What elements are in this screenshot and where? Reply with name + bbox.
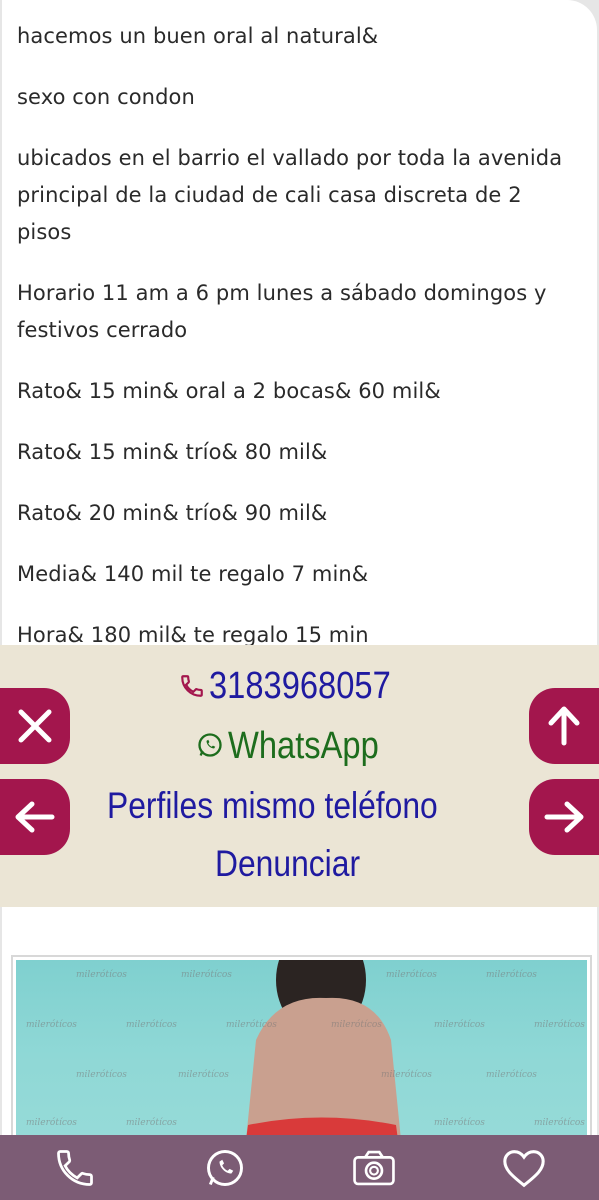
arrow-up-icon [548,706,580,746]
watermark: milerótícos [434,1020,485,1030]
watermark: milerótícos [381,1070,432,1080]
description-line: Media& 140 mil te regalo 7 min& [17,562,369,586]
same-phone-profiles-label: Perfiles mismo teléfono [107,785,438,826]
description-line: ubicados en el barrio el vallado por tod… [17,146,563,244]
description-line: hacemos un buen oral al natural& [17,24,379,48]
watermark: milerótícos [76,1070,127,1080]
watermark: milerótícos [126,1118,177,1128]
listing-card: hacemos un buen oral al natural& sexo co… [2,0,597,1200]
description-line: Rato& 15 min& trío& 80 mil& [17,440,328,464]
watermark: milerótícos [534,1020,585,1030]
watermark: milerótícos [226,1020,277,1030]
watermark: milerótícos [126,1020,177,1030]
whatsapp-link[interactable]: WhatsApp [0,725,599,769]
report-link[interactable]: Denunciar [0,843,599,885]
same-phone-profiles-link[interactable]: Perfiles mismo teléfono [0,785,599,827]
phone-icon [56,1149,93,1186]
close-button[interactable] [0,688,70,764]
close-icon [18,709,52,743]
watermark: milerótícos [386,970,437,980]
contact-panel: 3183968057 WhatsApp Perfiles mismo teléf… [0,645,599,907]
previous-button[interactable] [0,779,70,855]
watermark: milerótícos [26,1020,77,1030]
description-line: Rato& 20 min& trío& 90 mil& [17,501,328,525]
report-label: Denunciar [215,843,361,884]
listing-description: hacemos un buen oral al natural& sexo co… [17,18,577,678]
phone-number: 3183968057 [208,665,391,707]
watermark: milerótícos [534,1118,585,1128]
arrow-left-icon [15,801,55,833]
watermark: milerótícos [434,1118,485,1128]
watermark: milerótícos [178,1070,229,1080]
arrow-right-icon [544,801,584,833]
next-button[interactable] [529,779,599,855]
whatsapp-label: WhatsApp [227,725,379,767]
heart-icon [503,1149,545,1187]
photos-button[interactable] [344,1138,404,1198]
camera-icon [353,1150,396,1185]
description-line: sexo con condon [17,85,195,109]
watermark: milerótícos [26,1118,77,1128]
scroll-top-button[interactable] [529,688,599,764]
watermark: milerótícos [76,970,127,980]
phone-icon [179,666,205,709]
phone-link[interactable]: 3183968057 [0,665,599,709]
description-line: Horario 11 am a 6 pm lunes a sábado domi… [17,281,547,342]
whatsapp-icon [196,726,224,769]
whatsapp-button[interactable] [195,1138,255,1198]
watermark: milerótícos [486,970,537,980]
bottom-action-bar [0,1135,599,1200]
watermark: milerótícos [331,1020,382,1030]
watermark: milerótícos [181,970,232,980]
favorite-button[interactable] [494,1138,554,1198]
watermark: milerótícos [486,1070,537,1080]
whatsapp-icon [206,1149,243,1186]
description-line: Rato& 15 min& oral a 2 bocas& 60 mil& [17,379,441,403]
call-button[interactable] [45,1138,105,1198]
